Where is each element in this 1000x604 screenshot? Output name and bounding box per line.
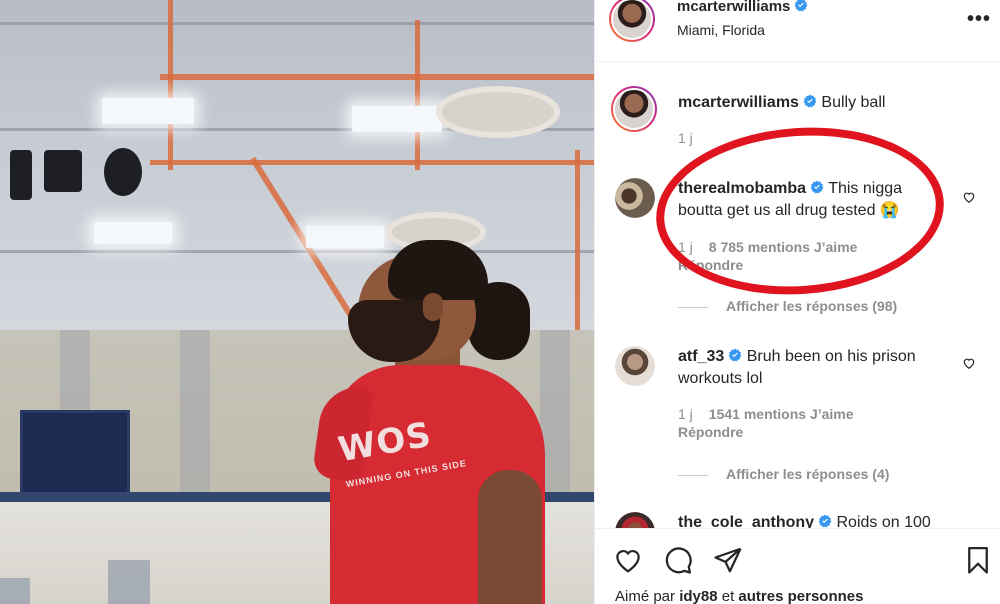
- likes-summary: Aimé par idy88 et autres personnes: [615, 588, 863, 604]
- comment: therealmobamba This nigga boutta get us …: [678, 178, 928, 222]
- ceiling-beam: [0, 250, 594, 253]
- author-avatar[interactable]: [609, 0, 655, 42]
- view-replies-label: Afficher les réponses (4): [726, 466, 890, 482]
- caption-author-avatar[interactable]: [611, 86, 657, 132]
- post-location[interactable]: Miami, Florida: [677, 22, 765, 38]
- ceiling-light: [352, 106, 442, 132]
- gym-ceiling: [0, 0, 594, 330]
- comment-time[interactable]: 1 j: [678, 239, 693, 255]
- door: [108, 560, 150, 604]
- bookmark-icon[interactable]: [963, 545, 993, 575]
- ceiling-light: [102, 98, 194, 124]
- comment-like-heart-icon[interactable]: [962, 356, 976, 370]
- likes-others[interactable]: autres personnes: [738, 588, 863, 604]
- ceiling-light: [94, 222, 172, 244]
- ceiling-beam: [0, 22, 594, 25]
- caption-username[interactable]: mcarterwilliams: [678, 94, 799, 111]
- comment-username[interactable]: atf_33: [678, 348, 724, 365]
- door: [0, 578, 30, 604]
- commenter-avatar[interactable]: [615, 178, 655, 218]
- post-side-panel: mcarterwilliams Miami, Florida ••• mcart…: [594, 0, 1000, 604]
- verified-badge-icon: [803, 94, 817, 108]
- player-arm: [478, 470, 542, 604]
- spotlight: [10, 150, 32, 200]
- comment-likes[interactable]: 8 785 mentions J’aime: [709, 239, 858, 255]
- view-replies-button[interactable]: Afficher les réponses (98): [678, 298, 897, 314]
- comment-likes[interactable]: 1541 mentions J’aime: [709, 406, 854, 422]
- comment-meta: 1 j 8 785 mentions J’aime: [678, 239, 857, 255]
- player-ear: [423, 293, 443, 321]
- verified-badge-icon: [810, 180, 824, 194]
- author-username[interactable]: mcarterwilliams: [677, 0, 790, 15]
- replies-divider: [678, 474, 708, 476]
- reply-button[interactable]: Répondre: [678, 424, 743, 440]
- replies-divider: [678, 306, 708, 308]
- comment-time[interactable]: 1 j: [678, 406, 693, 422]
- caption: mcarterwilliams Bully ball: [678, 92, 978, 114]
- wall-panel: [180, 330, 210, 500]
- likes-prefix: Aimé par: [615, 588, 676, 604]
- more-options-icon[interactable]: •••: [967, 8, 991, 31]
- comment-icon[interactable]: [663, 545, 693, 575]
- author-name-row: mcarterwilliams: [677, 0, 808, 16]
- verified-badge-icon: [795, 0, 808, 12]
- likes-joiner: et: [721, 588, 735, 604]
- spotlight: [44, 150, 82, 192]
- reply-button[interactable]: Répondre: [678, 257, 743, 273]
- spotlight: [104, 148, 142, 196]
- orange-truss: [160, 74, 594, 80]
- orange-truss: [150, 160, 594, 165]
- orange-truss: [168, 0, 173, 170]
- caption-text: Bully ball: [821, 94, 886, 111]
- verified-badge-icon: [728, 348, 742, 362]
- likes-user[interactable]: idy88: [679, 588, 717, 604]
- ceiling-light: [306, 226, 384, 248]
- comment-username[interactable]: therealmobamba: [678, 180, 806, 197]
- ceiling-vent: [436, 86, 560, 138]
- view-replies-label: Afficher les réponses (98): [726, 298, 898, 314]
- post-photo[interactable]: WOS WINNING ON THIS SIDE: [0, 0, 594, 604]
- orange-truss: [415, 20, 420, 170]
- comment-like-heart-icon[interactable]: [962, 190, 976, 204]
- heart-icon[interactable]: [613, 545, 643, 575]
- commenter-avatar[interactable]: [615, 346, 655, 386]
- caption-time[interactable]: 1 j: [678, 130, 693, 146]
- view-replies-button[interactable]: Afficher les réponses (4): [678, 466, 889, 482]
- caption-meta: 1 j: [678, 130, 709, 146]
- verified-badge-icon: [818, 514, 832, 528]
- post-header: mcarterwilliams Miami, Florida •••: [595, 0, 1000, 62]
- comment-meta: 1 j 1541 mentions J’aime: [678, 406, 854, 422]
- scoreboard: [20, 410, 130, 495]
- comment: atf_33 Bruh been on his prison workouts …: [678, 346, 948, 390]
- share-icon[interactable]: [713, 545, 743, 575]
